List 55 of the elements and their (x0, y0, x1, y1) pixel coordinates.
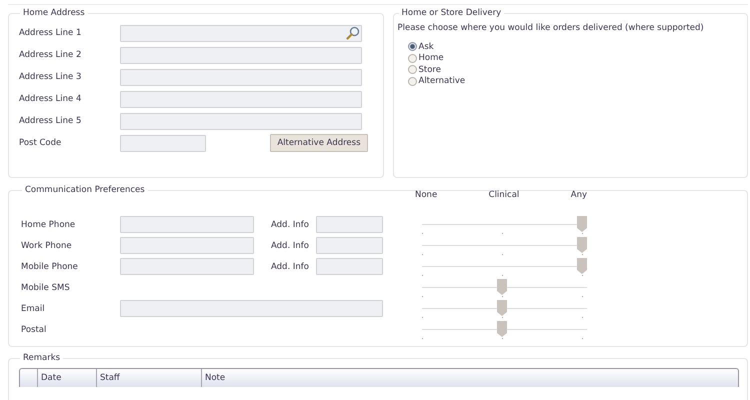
field-label: Address Line 2 (19, 50, 82, 60)
input-field[interactable] (120, 68, 362, 86)
search-icon[interactable] (346, 26, 360, 40)
instruction-text: Please choose where you would like orders delivered (where supported) (398, 23, 705, 33)
scale-label: Any (570, 190, 587, 200)
section-title: Home or Store Delivery (400, 8, 502, 18)
radio-option[interactable]: Store (408, 64, 741, 76)
field-label: Postal (21, 324, 48, 334)
column-header[interactable]: Staff (97, 369, 202, 387)
input-field[interactable] (120, 90, 362, 108)
field-label: Home Phone (21, 220, 76, 230)
radio-option[interactable]: Home (408, 52, 741, 64)
input-field[interactable] (316, 237, 383, 254)
field-label: Add. Info (271, 220, 310, 230)
section-title: Communication Preferences (24, 185, 146, 195)
section-title: Home Address (22, 8, 86, 18)
input-field[interactable] (316, 216, 383, 233)
radio-button[interactable] (408, 76, 416, 86)
field-label: Add. Info (271, 240, 310, 250)
slider-thumb[interactable] (577, 258, 587, 274)
field-label: Post Code (19, 138, 62, 148)
radio-button[interactable] (408, 65, 416, 74)
input-field[interactable] (120, 300, 383, 317)
input-field[interactable] (120, 24, 362, 42)
field-label: Address Line 3 (19, 72, 82, 82)
slider-thumb[interactable] (577, 216, 587, 232)
field-label: Email (21, 304, 46, 314)
scale-label: Clinical (488, 190, 520, 200)
slider-thumb[interactable] (497, 321, 507, 337)
input-field[interactable] (120, 134, 206, 152)
radio-option[interactable]: Alternative (408, 76, 741, 87)
radio-button[interactable] (408, 42, 416, 52)
field-label: Address Line 4 (19, 94, 82, 104)
radio-button[interactable] (408, 54, 416, 63)
slider-thumb[interactable] (497, 300, 507, 316)
input-field[interactable] (316, 258, 383, 275)
field-label: Address Line 5 (19, 116, 82, 126)
field-label: Work Phone (21, 240, 73, 250)
slider-thumb[interactable] (577, 237, 587, 253)
field-label: Add. Info (271, 262, 310, 272)
alternative-address-button[interactable]: Alternative Address (270, 134, 368, 152)
input-field[interactable] (120, 112, 362, 130)
input-field[interactable] (120, 46, 362, 64)
column-header[interactable]: Note (202, 369, 738, 387)
field-label: Mobile Phone (21, 262, 79, 272)
input-field[interactable] (120, 258, 254, 275)
column-header[interactable]: Date (38, 369, 97, 387)
input-field[interactable] (120, 237, 254, 254)
scale-label: None (415, 190, 438, 200)
slider-thumb[interactable] (497, 279, 507, 295)
field-label: Address Line 1 (19, 28, 82, 38)
field-label: Mobile SMS (21, 282, 71, 292)
radio-option[interactable]: Ask (408, 41, 741, 52)
section-title: Remarks (22, 353, 62, 363)
input-field[interactable] (120, 216, 254, 233)
